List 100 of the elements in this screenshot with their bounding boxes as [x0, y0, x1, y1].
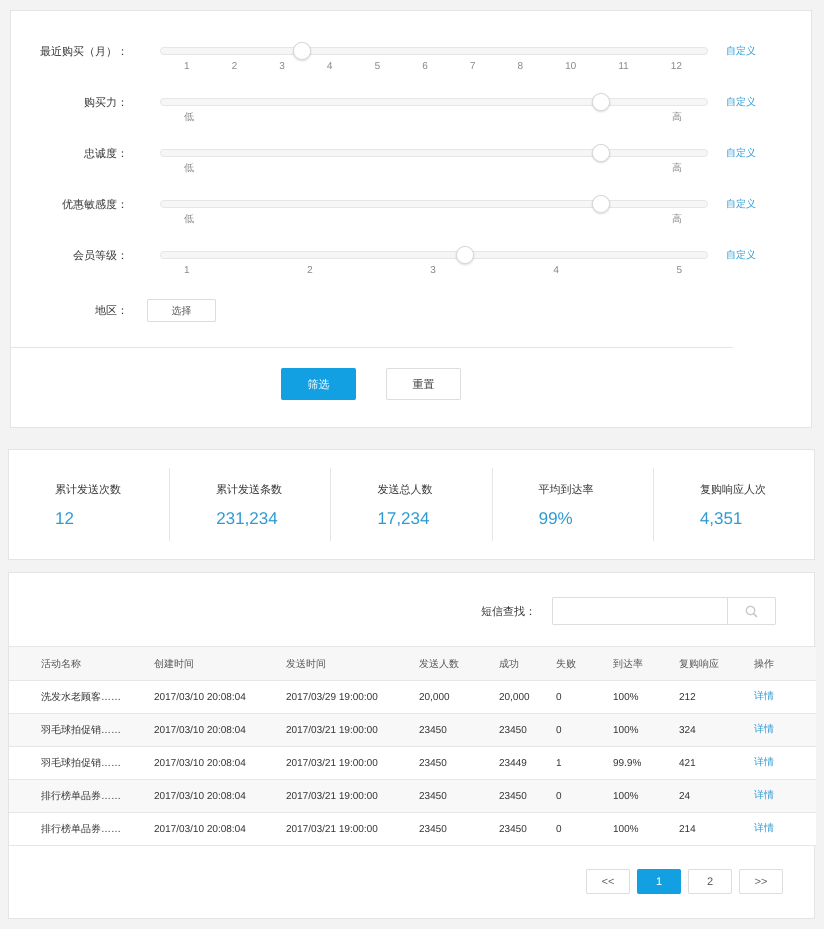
filter-button[interactable]: 筛选: [281, 368, 356, 400]
region-label: 地区：: [94, 304, 128, 318]
tick-label: 3: [279, 61, 285, 73]
column-header: 活动名称: [9, 646, 154, 680]
tick-label: 7: [470, 61, 476, 73]
column-header: 发送人数: [419, 646, 499, 680]
table-cell: 23450: [419, 724, 447, 736]
table-cell: 24: [679, 790, 690, 802]
table-cell: 214: [679, 824, 696, 834]
slider[interactable]: [160, 195, 708, 213]
tick-label: 低: [184, 112, 194, 124]
slider-thumb[interactable]: [592, 195, 610, 213]
tick-label: 低: [184, 214, 194, 226]
customize-link[interactable]: 自定义: [726, 44, 756, 60]
tick-label: 2: [232, 61, 238, 73]
customize-link[interactable]: 自定义: [726, 197, 756, 213]
table-cell: 羽毛球拍促销……: [41, 758, 121, 769]
next-page-button[interactable]: >>: [739, 869, 783, 894]
tick-label: 2: [307, 265, 313, 277]
previous-page-button[interactable]: <<: [586, 869, 630, 894]
table-cell: 23450: [499, 790, 527, 802]
details-link[interactable]: 详情: [754, 691, 774, 702]
slider[interactable]: [160, 246, 708, 264]
search-field[interactable]: [552, 597, 728, 625]
customize-link[interactable]: 自定义: [726, 248, 756, 264]
tick-label: 11: [618, 61, 629, 73]
tick-label: 10: [565, 61, 576, 73]
table-cell: 排行榜单品券……: [41, 824, 121, 835]
table-cell: 0: [556, 824, 562, 834]
select-button[interactable]: 选择: [147, 299, 216, 322]
column-header: 复购响应: [679, 646, 754, 680]
slider-thumb[interactable]: [592, 144, 610, 162]
tick-label: 6: [422, 61, 428, 73]
tick-label: 5: [676, 265, 682, 277]
slider-label: 最近购买（月）：: [39, 45, 128, 60]
stat-label: 累计发送条数: [216, 483, 284, 497]
slider-label: 优惠敏感度：: [61, 198, 128, 213]
slider-label: 购买力：: [83, 96, 128, 111]
table-cell: 23450: [419, 758, 447, 768]
stat-label: 累计发送次数: [55, 483, 122, 497]
table-cell: 2017/03/21 19:00:00: [286, 758, 378, 768]
reset-button[interactable]: 重置: [386, 368, 461, 400]
table-cell: 23450: [499, 824, 527, 834]
slider[interactable]: [160, 42, 708, 60]
page-button[interactable]: 2: [688, 869, 732, 894]
table-cell: 20,000: [499, 692, 530, 702]
stat-value: 17,234: [377, 509, 430, 529]
column-header: 失败: [556, 646, 613, 680]
tick-label: 高: [672, 112, 682, 124]
slider-thumb[interactable]: [592, 93, 610, 111]
column-header: 到达率: [613, 646, 679, 680]
tick-label: 低: [184, 163, 194, 175]
page-button[interactable]: 1: [637, 869, 681, 894]
table-cell: 洗发水老顾客……: [41, 692, 121, 703]
stat-value: 4,351: [700, 509, 744, 529]
column-header: 发送时间: [286, 646, 419, 680]
tick-label: 12: [670, 61, 682, 73]
customize-link[interactable]: 自定义: [726, 95, 756, 111]
tick-label: 4: [326, 61, 332, 73]
tick-label: 1: [184, 265, 190, 277]
table-cell: 100%: [613, 724, 639, 736]
details-link[interactable]: 详情: [754, 757, 774, 768]
slider[interactable]: [160, 93, 708, 111]
slider-label: 忠诚度：: [83, 146, 128, 162]
search-icon: [745, 604, 758, 618]
table-cell: 100%: [613, 824, 639, 834]
tick-label: 3: [430, 265, 436, 277]
table-cell: 20,000: [419, 692, 450, 702]
search-button[interactable]: [728, 597, 776, 625]
stat-label: 复购响应人次: [700, 482, 767, 497]
column-header: 操作: [754, 646, 816, 680]
column-header: 创建时间: [154, 646, 286, 680]
slider-thumb[interactable]: [456, 246, 474, 264]
tick-label: 高: [672, 214, 682, 226]
table-cell: 2017/03/10 20:08:04: [154, 724, 246, 736]
table-cell: 212: [679, 692, 696, 702]
stat-value: 99%: [538, 509, 574, 529]
slider-thumb[interactable]: [293, 42, 312, 60]
stat-value: 231,234: [216, 509, 279, 529]
details-link[interactable]: 详情: [754, 790, 774, 801]
table-cell: 2017/03/21 19:00:00: [286, 790, 378, 802]
table-cell: 2017/03/10 20:08:04: [154, 758, 246, 768]
table-cell: 1: [556, 758, 562, 768]
table-cell: 2017/03/10 20:08:04: [154, 824, 246, 834]
tick-label: 8: [517, 61, 524, 73]
slider-label: 会员等级：: [72, 249, 128, 264]
table-cell: 421: [679, 758, 696, 768]
tick-label: 5: [374, 61, 380, 73]
table-cell: 2017/03/29 19:00:00: [286, 692, 378, 702]
details-link[interactable]: 详情: [754, 823, 774, 834]
table-cell: 排行榜单品券……: [41, 791, 121, 802]
customize-link[interactable]: 自定义: [726, 146, 756, 162]
stat-label: 平均到达率: [538, 482, 595, 497]
table-cell: 2017/03/10 20:08:04: [154, 790, 246, 802]
slider[interactable]: [160, 144, 708, 162]
column-header: 成功: [499, 646, 556, 680]
table-cell: 324: [679, 724, 696, 736]
tick-label: 4: [553, 265, 559, 277]
table-cell: 0: [556, 692, 562, 702]
details-link[interactable]: 详情: [754, 724, 774, 735]
